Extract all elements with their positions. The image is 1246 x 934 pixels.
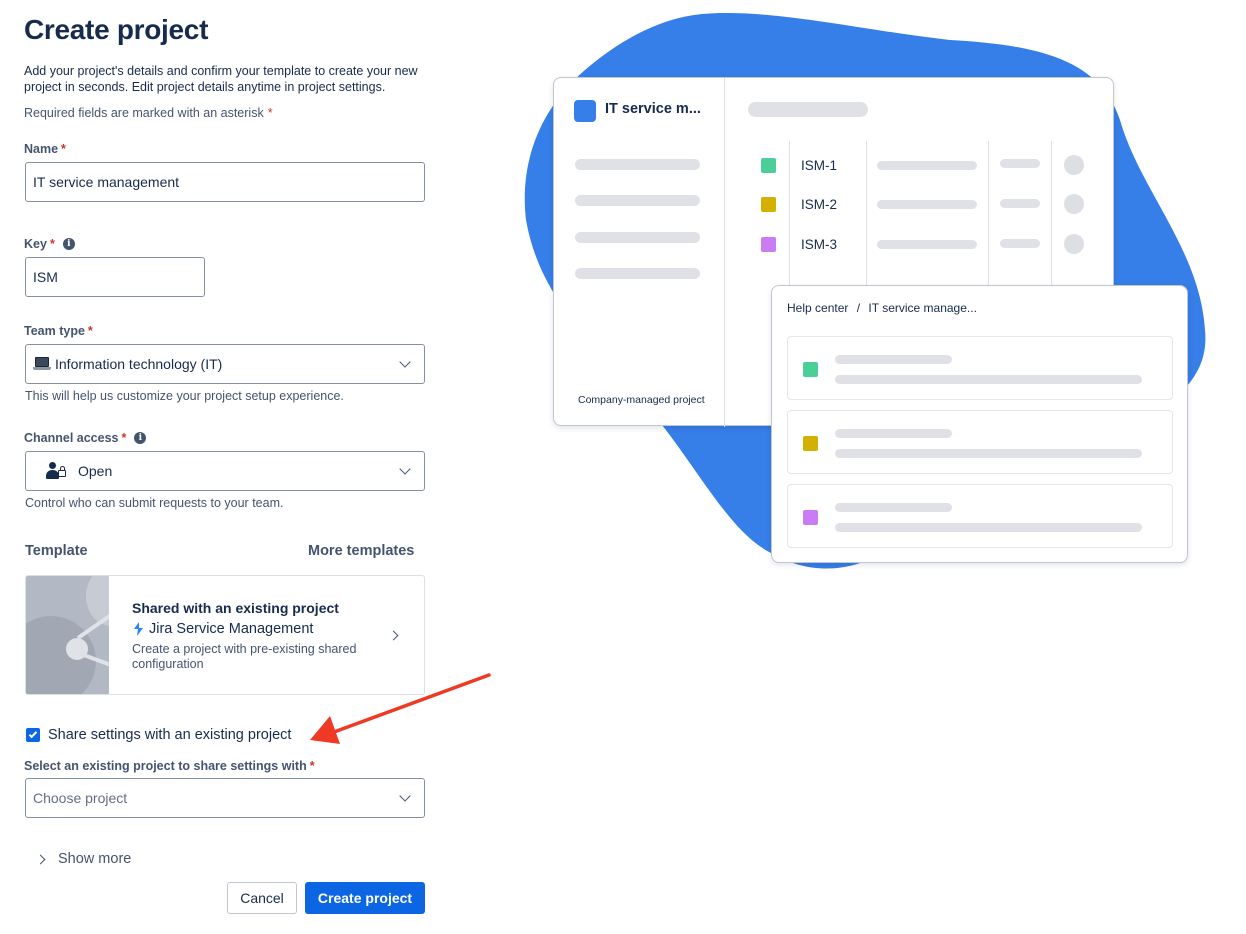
help-center-preview-card: Help center / IT service manage... <box>771 285 1188 563</box>
key-label-text: Key <box>24 237 47 251</box>
help-center-breadcrumb: Help center / IT service manage... <box>787 301 977 315</box>
required-asterisk: * <box>49 237 55 251</box>
issue-color-square <box>761 197 776 212</box>
help-center-item <box>787 336 1173 400</box>
name-label: Name * <box>24 142 66 156</box>
channel-access-label: Channel access * i <box>24 431 147 445</box>
chevron-right-icon <box>35 854 46 864</box>
chevron-right-icon <box>388 630 399 641</box>
help-center-item <box>787 410 1173 474</box>
person-lock-icon <box>46 462 68 480</box>
existing-project-select[interactable]: Choose project <box>25 778 425 818</box>
chevron-down-icon <box>399 355 411 368</box>
key-input-value: ISM <box>33 269 58 285</box>
team-type-label-text: Team type <box>24 324 85 338</box>
laptop-icon <box>33 357 51 371</box>
channel-access-selected: Open <box>34 462 112 480</box>
issue-key: ISM-3 <box>801 237 838 252</box>
info-icon[interactable]: i <box>62 238 75 250</box>
preview-project-type: Company-managed project <box>578 394 705 406</box>
share-settings-checkbox-label[interactable]: Share settings with an existing project <box>48 727 291 743</box>
breadcrumb-root: Help center <box>787 301 849 315</box>
channel-access-helper: Control who can submit requests to your … <box>25 496 284 510</box>
required-asterisk: * <box>87 324 93 338</box>
required-asterisk: * <box>309 759 315 773</box>
issue-color-square <box>761 237 776 252</box>
show-more-toggle[interactable]: Show more <box>35 851 132 867</box>
key-label: Key * i <box>24 237 75 251</box>
team-type-selected: Information technology (IT) <box>33 356 222 372</box>
info-icon[interactable]: i <box>134 432 147 444</box>
team-type-helper: This will help us customize your project… <box>25 389 344 403</box>
page-title: Create project <box>24 14 209 45</box>
required-asterisk: * <box>121 431 127 445</box>
chevron-down-icon <box>399 789 411 802</box>
name-label-text: Name <box>24 142 59 156</box>
channel-access-label-text: Channel access <box>24 431 119 445</box>
issue-key: ISM-2 <box>801 197 838 212</box>
show-more-label: Show more <box>58 851 132 867</box>
key-input[interactable]: ISM <box>25 257 205 297</box>
template-product: Jira Service Management <box>132 621 313 637</box>
more-templates-link[interactable]: More templates <box>308 543 414 559</box>
help-center-item <box>787 484 1173 548</box>
name-input-value: IT service management <box>33 174 180 190</box>
required-fields-note: Required fields are marked with an aster… <box>24 106 273 120</box>
template-card-title: Shared with an existing project <box>132 600 339 616</box>
existing-project-label: Select an existing project to share sett… <box>24 759 315 773</box>
template-product-name: Jira Service Management <box>149 621 314 637</box>
channel-access-select[interactable]: Open <box>25 451 425 491</box>
required-asterisk: * <box>61 142 66 156</box>
existing-project-label-text: Select an existing project to share sett… <box>24 759 307 773</box>
required-note-text: Required fields are marked with an aster… <box>24 106 264 120</box>
annotation-arrow <box>310 673 491 744</box>
existing-project-placeholder: Choose project <box>33 790 128 806</box>
annotation-arrow-line <box>332 673 491 734</box>
breadcrumb-leaf: IT service manage... <box>868 301 977 315</box>
team-type-select[interactable]: Information technology (IT) <box>25 344 425 384</box>
template-thumbnail <box>26 576 109 694</box>
team-type-label: Team type * <box>24 324 93 338</box>
chevron-down-icon <box>399 462 411 475</box>
share-settings-checkbox[interactable] <box>26 728 40 742</box>
template-label: Template <box>25 543 88 559</box>
issue-color-square <box>761 158 776 173</box>
create-project-button[interactable]: Create project <box>305 882 425 914</box>
project-avatar-square <box>574 100 596 122</box>
issue-key: ISM-1 <box>801 158 838 173</box>
preview-project-name: IT service m... <box>605 101 701 117</box>
required-asterisk: * <box>267 106 273 120</box>
channel-access-value: Open <box>78 463 113 479</box>
breadcrumb-separator: / <box>856 301 861 315</box>
page-intro: Add your project's details and confirm y… <box>24 64 418 94</box>
team-type-value: Information technology (IT) <box>55 356 223 372</box>
jira-service-management-icon <box>134 622 143 636</box>
cancel-button[interactable]: Cancel <box>227 882 297 914</box>
name-input[interactable]: IT service management <box>25 162 425 202</box>
